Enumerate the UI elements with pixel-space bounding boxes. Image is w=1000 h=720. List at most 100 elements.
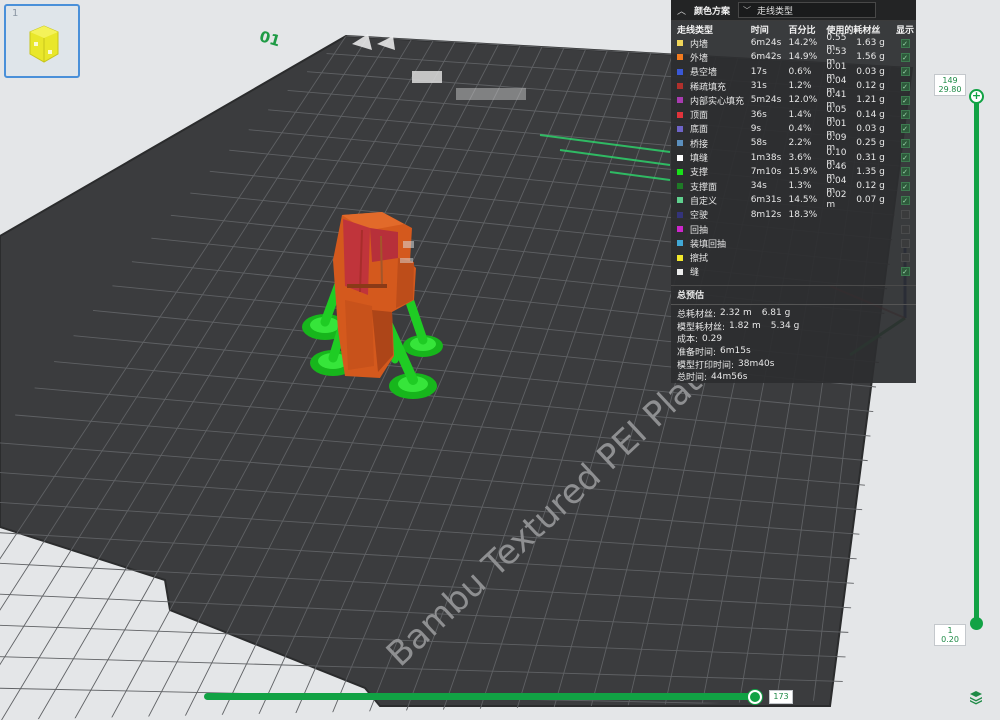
legend-row: 顶面 36s 1.4% 0.05 m 0.14 g ✓ — [671, 105, 916, 125]
feature-percent: 15.9% — [788, 166, 818, 177]
top-layer-height: 29.80 — [938, 85, 962, 94]
col-show: 显示 — [896, 25, 915, 36]
move-slider-value: 173 — [769, 690, 793, 704]
layer-slider-track[interactable] — [974, 96, 979, 624]
plate-thumbnail[interactable]: 1 — [4, 4, 80, 78]
feature-percent: 1.4% — [788, 109, 812, 120]
collapse-chevron-icon[interactable]: ︿ — [677, 4, 686, 17]
feature-visibility: ✓ — [894, 253, 916, 263]
feature-weight: 0.03 g — [856, 66, 885, 77]
summary-title: 总预估 — [677, 291, 705, 302]
visibility-checkbox[interactable]: ✓ — [900, 253, 910, 263]
summary-rows: 总耗材丝: 2.32 m 6.81 g 模型耗材丝: 1.82 m 5.34 g 成本: 0.… — [671, 307, 916, 383]
feature-weight: 0.03 g — [856, 123, 885, 134]
feature-percent: 3.6% — [788, 152, 812, 163]
summary-row: 成本: 0.29 — [671, 332, 916, 346]
move-slider-track[interactable] — [204, 693, 758, 700]
feature-color-swatch — [677, 226, 683, 232]
feature-visibility: ✓ — [894, 210, 916, 220]
feature-color-swatch — [677, 197, 683, 204]
feature-name: 桥接 — [690, 139, 709, 150]
feature-visibility: ✓ — [894, 267, 916, 277]
feature-percent: 18.3% — [788, 209, 818, 220]
feature-color-swatch — [677, 111, 683, 118]
feature-name: 支撑面 — [690, 182, 718, 193]
feature-weight: 1.35 g — [856, 166, 885, 177]
legend-row: 回抽 ✓ — [671, 222, 916, 236]
visibility-checkbox[interactable]: ✓ — [900, 224, 910, 234]
legend-feature: 内部实心填充 — [671, 94, 751, 107]
feature-time: 34s — [750, 181, 767, 192]
layer-slider-top-handle[interactable]: + — [969, 89, 984, 104]
summary-value: 2.32 m — [720, 308, 752, 319]
visibility-checkbox[interactable]: ✓ — [900, 81, 910, 91]
feature-name: 缝 — [690, 268, 700, 279]
visibility-checkbox[interactable]: ✓ — [900, 110, 910, 120]
visibility-checkbox[interactable]: ✓ — [900, 210, 910, 220]
layer-bottom-label: 1 0.20 — [934, 624, 966, 646]
legend-row: 自定义 6m31s 14.5% 0.02 m 0.07 g ✓ — [671, 190, 916, 210]
feature-visibility: ✓ — [894, 124, 916, 134]
visibility-checkbox[interactable]: ✓ — [900, 67, 910, 77]
summary-row: 模型耗材丝: 1.82 m 5.34 g — [671, 320, 916, 333]
visibility-checkbox[interactable]: ✓ — [900, 95, 910, 105]
feature-visibility: ✓ — [894, 110, 916, 120]
feature-visibility: ✓ — [894, 67, 916, 77]
layer-slider-bottom-handle[interactable] — [970, 617, 983, 630]
legend-feature: 稀疏填充 — [671, 80, 751, 93]
visibility-checkbox[interactable]: ✓ — [900, 181, 910, 191]
visibility-checkbox[interactable]: ✓ — [900, 52, 910, 62]
visibility-checkbox[interactable]: ✓ — [900, 195, 910, 205]
legend-row: 外墙 6m42s 14.9% 0.53 m 1.56 g ✓ — [671, 47, 916, 67]
visibility-checkbox[interactable]: ✓ — [900, 124, 910, 134]
visibility-checkbox[interactable]: ✓ — [900, 238, 910, 248]
feature-time: 8m12s — [750, 209, 782, 220]
feature-name: 空驶 — [690, 211, 709, 222]
chevron-down-icon: ﹀ — [743, 5, 752, 15]
visibility-checkbox[interactable]: ✓ — [900, 267, 910, 277]
legend-row: 支撑面 34s 1.3% 0.04 m 0.12 g ✓ — [671, 176, 916, 196]
feature-name: 内部实心填充 — [690, 96, 745, 107]
feature-color-swatch — [677, 40, 683, 47]
legend-feature: 底面 — [671, 122, 751, 135]
summary-label: 模型耗材丝: — [677, 322, 726, 333]
feature-color-swatch — [677, 68, 683, 75]
move-slider-handle[interactable] — [748, 690, 762, 704]
summary-row: 模型打印时间: 38m40s — [671, 358, 916, 371]
legend-row: 支撑 7m10s 15.9% 0.46 m 1.35 g ✓ — [671, 162, 916, 182]
bottom-layer-number: 1 — [947, 626, 953, 635]
summary-divider — [671, 304, 916, 306]
legend-header: ︿ 颜色方案 ﹀ 走线类型 — [671, 0, 916, 21]
top-layer-number: 149 — [942, 76, 958, 85]
feature-percent: 1.2% — [788, 81, 812, 92]
visibility-checkbox[interactable]: ✓ — [900, 153, 910, 163]
feature-percent: 14.2% — [788, 38, 818, 49]
summary-value: 6m15s — [720, 346, 751, 357]
summary-label: 总耗材丝: — [677, 309, 717, 320]
feature-visibility: ✓ — [894, 238, 916, 248]
legend-title: 颜色方案 — [694, 6, 731, 17]
plate-index-label: 01 — [257, 27, 282, 50]
feature-weight: 0.07 g — [856, 195, 885, 206]
feature-percent: 12.0% — [788, 95, 818, 106]
feature-color-swatch — [677, 140, 683, 147]
feature-time: 36s — [750, 109, 767, 120]
feature-time: 9s — [750, 123, 762, 134]
feature-time: 58s — [750, 138, 767, 149]
summary-label: 总时间: — [677, 373, 708, 384]
summary-row: 准备时间: 6m15s — [671, 345, 916, 358]
legend-feature: 空驶 — [671, 208, 751, 221]
feature-percent: 2.2% — [788, 138, 812, 149]
summary-label: 模型打印时间: — [677, 360, 735, 371]
visibility-checkbox[interactable]: ✓ — [900, 138, 910, 148]
feature-weight: 0.25 g — [856, 138, 885, 149]
feature-time: 1m38s — [750, 152, 782, 163]
layers-icon[interactable] — [968, 689, 984, 705]
feature-visibility: ✓ — [894, 138, 916, 148]
feature-percent: 1.3% — [788, 181, 812, 192]
legend-feature: 回抽 — [671, 223, 751, 236]
visibility-checkbox[interactable]: ✓ — [900, 38, 910, 48]
view-type-dropdown[interactable]: ﹀ 走线类型 — [738, 2, 877, 18]
visibility-checkbox[interactable]: ✓ — [900, 167, 910, 177]
summary-value: 44m56s — [711, 371, 748, 382]
